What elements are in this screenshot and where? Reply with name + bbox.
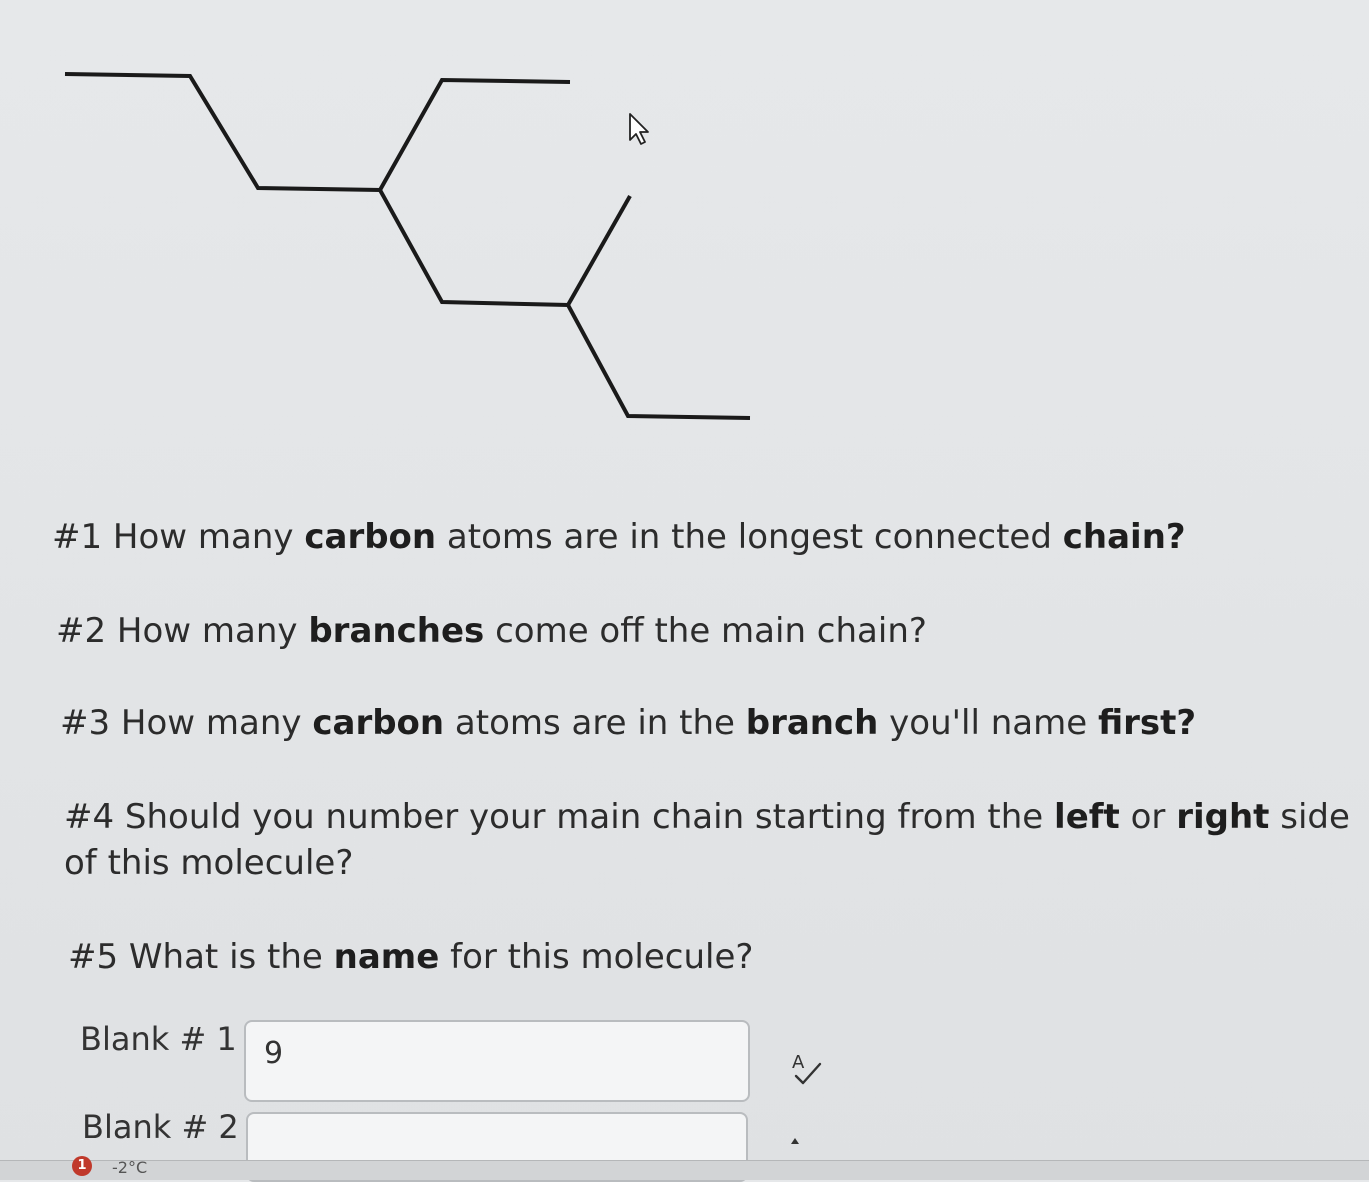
question-4: #4 Should you number your main chain sta… [64,794,1354,886]
molecule-branch-lower [566,195,632,306]
question-text-segment: #1 How many [52,517,305,557]
question-text-segment: #2 How many [56,611,309,651]
question-2: #2 How many branches come off the main c… [56,608,927,654]
question-text-segment: for this molecule? [439,937,754,977]
blank-2-label: Blank # 2 [82,1108,239,1146]
question-text-segment: #4 Should you number your main chain sta… [64,797,1055,837]
question-text-segment: or [1119,797,1177,837]
question-text-segment: carbon [304,517,437,557]
weather-temperature[interactable]: -2°C [112,1158,147,1177]
question-text-segment: atoms are in the [444,703,746,743]
molecule-structure [64,72,751,420]
question-text-segment: #5 What is the [68,937,334,977]
question-text-segment: #3 How many [60,703,313,743]
notification-badge[interactable]: 1 [72,1156,92,1176]
question-text-segment: branch [745,703,879,743]
question-text-segment: right [1176,797,1270,837]
blank-1-label: Blank # 1 [80,1020,237,1058]
question-text-segment: left [1054,797,1120,837]
spellcheck-icon[interactable] [790,1136,800,1146]
mouse-pointer-icon [629,113,649,145]
question-text-segment: branches [308,611,485,651]
blank-1-input[interactable]: 9 [244,1020,750,1102]
question-text-segment: atoms are in the longest connected [436,517,1063,557]
question-text-segment: you'll name [878,703,1098,743]
taskbar [0,1160,1369,1180]
question-text-segment: carbon [312,703,445,743]
question-1: #1 How many carbon atoms are in the long… [52,514,1186,560]
svg-text:A: A [792,1052,805,1073]
question-3: #3 How many carbon atoms are in the bran… [60,700,1196,746]
question-5: #5 What is the name for this molecule? [68,934,753,980]
molecule-branch-upper [378,77,571,191]
question-text-segment: first? [1097,703,1197,743]
question-text-segment: name [333,937,440,977]
question-text-segment: chain? [1062,517,1186,557]
spellcheck-icon[interactable]: A [786,1048,826,1088]
question-text-segment: come off the main chain? [484,611,927,651]
